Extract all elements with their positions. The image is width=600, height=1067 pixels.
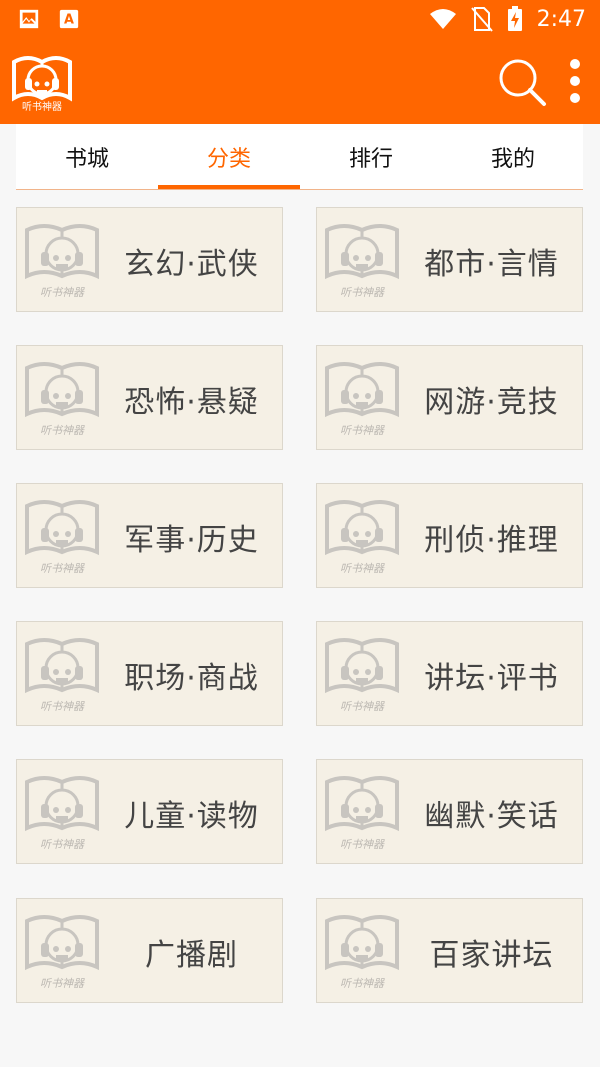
category-thumbnail-text: 听书神器 (340, 977, 385, 990)
app-bar: 听书神器 (0, 40, 600, 124)
category-thumbnail-icon: 听书神器 (325, 776, 399, 851)
category-label: 儿童·读物 (124, 798, 259, 834)
category-thumbnail-text: 听书神器 (340, 286, 385, 299)
more-vert-icon[interactable] (560, 58, 590, 106)
category-thumbnail-icon: 听书神器 (325, 638, 399, 713)
category-thumbnail-icon: 听书神器 (25, 500, 99, 575)
category-label: 军事·历史 (124, 522, 259, 558)
tab-bookstore[interactable]: 书城 (16, 124, 158, 190)
category-card[interactable]: 听书神器 职场·商战 (16, 621, 283, 726)
category-label: 百家讲坛 (429, 937, 554, 973)
category-thumbnail-icon: 听书神器 (325, 362, 399, 437)
category-thumbnail-icon: 听书神器 (25, 224, 99, 299)
no-sim-icon (470, 7, 493, 32)
category-label: 恐怖·悬疑 (124, 384, 259, 420)
category-card[interactable]: 听书神器 玄幻·武侠 (16, 207, 283, 312)
category-thumbnail-icon: 听书神器 (25, 362, 99, 437)
tab-rankings[interactable]: 排行 (300, 124, 442, 190)
category-card[interactable]: 听书神器 百家讲坛 (316, 898, 583, 1003)
category-thumbnail-icon: 听书神器 (25, 776, 99, 851)
category-thumbnail-icon: 听书神器 (325, 915, 399, 990)
category-card[interactable]: 听书神器 广播剧 (16, 898, 283, 1003)
category-label: 刑侦·推理 (424, 522, 559, 558)
category-thumbnail-text: 听书神器 (340, 700, 385, 713)
category-thumbnail-text: 听书神器 (40, 562, 85, 575)
logo-text: 听书神器 (22, 102, 62, 113)
category-thumbnail-icon: 听书神器 (325, 224, 399, 299)
status-time: 2:47 (536, 6, 586, 32)
category-label: 都市·言情 (424, 246, 559, 282)
category-label: 玄幻·武侠 (124, 246, 259, 282)
category-thumbnail-text: 听书神器 (40, 286, 85, 299)
category-label: 网游·竞技 (424, 384, 559, 420)
battery-charging-icon (507, 6, 522, 31)
category-label: 职场·商战 (124, 660, 259, 696)
category-card[interactable]: 听书神器 都市·言情 (316, 207, 583, 312)
wifi-icon (429, 9, 456, 29)
category-thumbnail-text: 听书神器 (40, 700, 85, 713)
category-label: 讲坛·评书 (424, 660, 559, 696)
category-thumbnail-icon: 听书神器 (25, 915, 99, 990)
category-thumbnail-text: 听书神器 (40, 424, 85, 437)
tab-mine[interactable]: 我的 (442, 124, 584, 190)
status-bar: A 2:47 (0, 0, 600, 40)
category-card[interactable]: 听书神器 恐怖·悬疑 (16, 345, 283, 450)
category-card[interactable]: 听书神器 网游·竞技 (316, 345, 583, 450)
svg-text:A: A (64, 13, 74, 28)
tab-categories[interactable]: 分类 (158, 124, 300, 190)
category-card[interactable]: 听书神器 军事·历史 (16, 483, 283, 588)
tab-indicator (158, 185, 300, 189)
category-label: 广播剧 (145, 937, 238, 973)
category-thumbnail-text: 听书神器 (40, 977, 85, 990)
category-thumbnail-text: 听书神器 (40, 838, 85, 851)
category-thumbnail-text: 听书神器 (340, 838, 385, 851)
search-icon[interactable] (496, 56, 548, 108)
category-card[interactable]: 听书神器 刑侦·推理 (316, 483, 583, 588)
store-icon: A (59, 9, 79, 29)
category-card[interactable]: 听书神器 讲坛·评书 (316, 621, 583, 726)
tab-bar: 书城 分类 排行 我的 (16, 124, 583, 190)
category-label: 幽默·笑话 (424, 798, 559, 834)
category-thumbnail-text: 听书神器 (340, 562, 385, 575)
category-thumbnail-icon: 听书神器 (25, 638, 99, 713)
category-thumbnail-icon: 听书神器 (325, 500, 399, 575)
image-icon (19, 9, 39, 29)
category-thumbnail-text: 听书神器 (340, 424, 385, 437)
category-card[interactable]: 听书神器 儿童·读物 (16, 759, 283, 864)
category-card[interactable]: 听书神器 幽默·笑话 (316, 759, 583, 864)
